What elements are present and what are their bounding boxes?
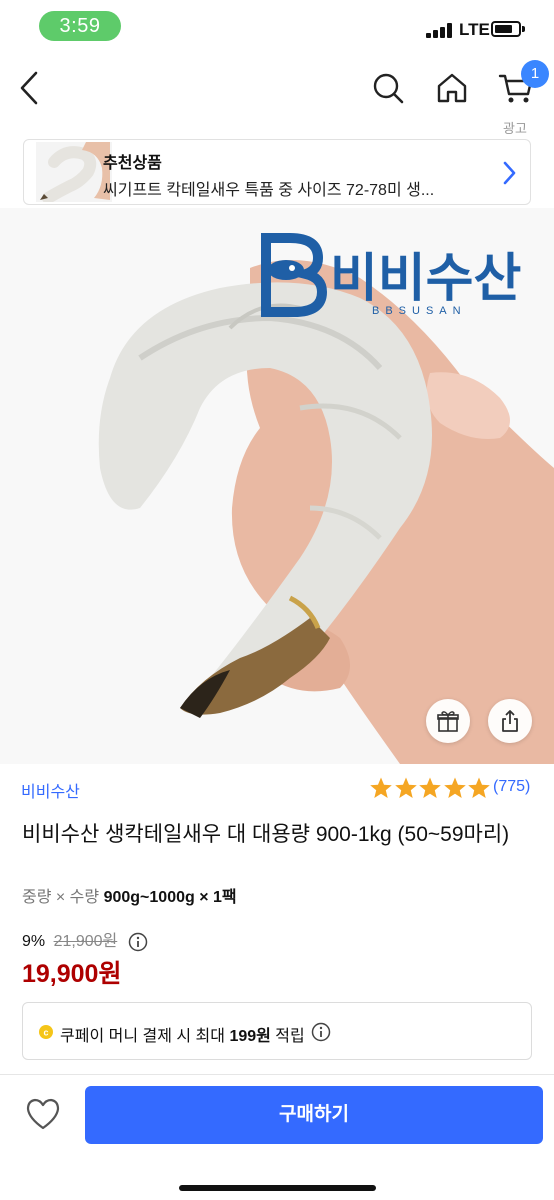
product-photo: 비비수산 BBSUSAN	[0, 208, 554, 764]
cart-badge[interactable]: 1	[521, 60, 549, 88]
cashback-suffix: 적립	[270, 1028, 305, 1045]
sale-price: 19,900원	[22, 960, 122, 988]
svg-text:c: c	[43, 1028, 48, 1038]
star-icon	[394, 777, 417, 798]
status-bar: 3:59 LTE	[0, 0, 554, 52]
star-icon	[443, 777, 466, 798]
gift-icon	[437, 711, 459, 732]
svg-text:비비수산: 비비수산	[330, 250, 521, 308]
ad-label: 광고	[503, 121, 527, 136]
option-value: 900g~1000g × 1팩	[103, 889, 237, 906]
seller-link[interactable]: 비비수산	[21, 778, 80, 802]
signal-icon	[426, 22, 454, 38]
status-time: 3:59	[39, 11, 121, 41]
back-icon[interactable]	[16, 68, 46, 108]
product-image[interactable]: 비비수산 BBSUSAN	[0, 208, 554, 764]
cashback-text: 쿠페이 머니 결제 시 최대 199원 적립	[60, 1022, 305, 1046]
star-icon	[468, 777, 491, 798]
rating-stars[interactable]	[369, 776, 492, 800]
cashback-prefix: 쿠페이 머니 결제 시 최대	[60, 1028, 230, 1045]
option-label: 중량 × 수량	[22, 889, 100, 906]
discount-line: 9% 21,900원	[22, 927, 148, 952]
home-icon[interactable]	[434, 70, 470, 106]
option-line: 중량 × 수량 900g~1000g × 1팩	[22, 883, 237, 907]
star-icon	[419, 777, 441, 798]
info-icon[interactable]	[128, 932, 148, 952]
search-icon[interactable]	[370, 70, 406, 106]
discount-rate: 9%	[22, 933, 46, 950]
review-count[interactable]: (775)	[493, 778, 530, 796]
original-price: 21,900원	[53, 933, 118, 950]
svg-text:BBSUSAN: BBSUSAN	[372, 305, 467, 317]
product-title: 비비수산 생칵테일새우 대 대용량 900-1kg (50~59마리)	[22, 823, 510, 846]
network-label: LTE	[459, 20, 490, 39]
bottom-action-bar: 구매하기	[0, 1074, 554, 1200]
nav-bar: 1	[0, 56, 554, 120]
cashback-box[interactable]: c 쿠페이 머니 결제 시 최대 199원 적립	[22, 1002, 532, 1060]
recommended-description: 씨기프트 칵테일새우 특품 중 사이즈 72-78미 생...	[103, 182, 435, 199]
cashback-amount: 199원	[229, 1028, 271, 1045]
coin-icon: c	[39, 1025, 53, 1039]
recommended-thumbnail	[36, 142, 112, 202]
gift-button[interactable]	[426, 699, 470, 743]
home-indicator	[179, 1185, 376, 1191]
recommended-banner[interactable]: 추천상품 씨기프트 칵테일새우 특품 중 사이즈 72-78미 생...	[23, 139, 531, 205]
star-icon	[370, 777, 392, 798]
battery-icon	[491, 21, 521, 37]
battery-tip	[522, 26, 525, 32]
buy-button[interactable]: 구매하기	[85, 1086, 543, 1144]
recommended-title: 추천상품	[103, 155, 162, 172]
info-icon[interactable]	[311, 1022, 331, 1042]
chevron-right-icon[interactable]	[498, 159, 520, 187]
heart-icon[interactable]	[25, 1097, 61, 1131]
share-icon	[502, 710, 518, 732]
share-button[interactable]	[488, 699, 532, 743]
